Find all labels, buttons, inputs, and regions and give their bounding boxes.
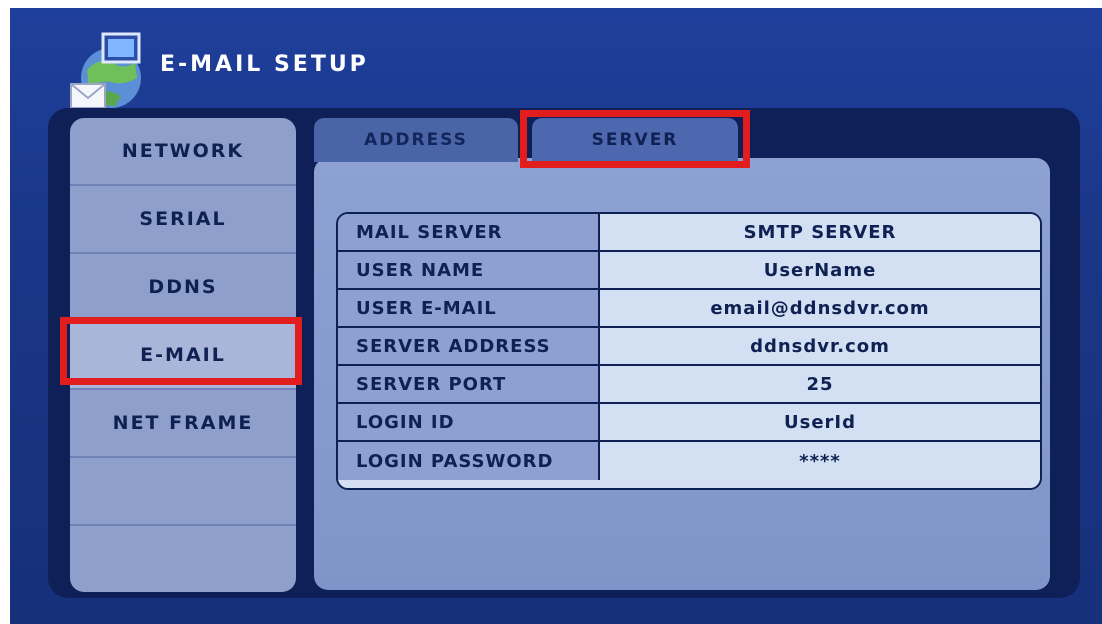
- server-port-field[interactable]: 25: [600, 366, 1040, 402]
- title-bar: E-MAIL SETUP: [10, 8, 1102, 120]
- table-row: MAIL SERVER SMTP SERVER: [338, 214, 1040, 252]
- table-row: USER NAME UserName: [338, 252, 1040, 290]
- server-address-label: SERVER ADDRESS: [338, 328, 600, 364]
- user-email-field[interactable]: email@ddnsdvr.com: [600, 290, 1040, 326]
- user-name-label: USER NAME: [338, 252, 600, 288]
- server-address-field[interactable]: ddnsdvr.com: [600, 328, 1040, 364]
- table-row: USER E-MAIL email@ddnsdvr.com: [338, 290, 1040, 328]
- table-row: SERVER ADDRESS ddnsdvr.com: [338, 328, 1040, 366]
- user-email-label: USER E-MAIL: [338, 290, 600, 326]
- page-title: E-MAIL SETUP: [160, 52, 369, 77]
- tab-address[interactable]: ADDRESS: [314, 118, 518, 162]
- mail-server-label: MAIL SERVER: [338, 214, 600, 250]
- login-id-field[interactable]: UserId: [600, 404, 1040, 440]
- table-row: SERVER PORT 25: [338, 366, 1040, 404]
- mail-server-field[interactable]: SMTP SERVER: [600, 214, 1040, 250]
- login-password-field[interactable]: ****: [600, 442, 1040, 480]
- sidebar-item-net-frame[interactable]: NET FRAME: [70, 390, 296, 458]
- user-name-field[interactable]: UserName: [600, 252, 1040, 288]
- sidebar-item-empty-1: [70, 458, 296, 526]
- email-highlight-box: [60, 317, 302, 385]
- sidebar-item-empty-2: [70, 526, 296, 592]
- sidebar-item-network[interactable]: NETWORK: [70, 118, 296, 186]
- sidebar-item-ddns[interactable]: DDNS: [70, 254, 296, 322]
- server-tab-highlight-box: [520, 110, 750, 168]
- server-port-label: SERVER PORT: [338, 366, 600, 402]
- globe-email-icon: [70, 32, 141, 109]
- login-id-label: LOGIN ID: [338, 404, 600, 440]
- sidebar-item-serial[interactable]: SERIAL: [70, 186, 296, 254]
- table-row: LOGIN PASSWORD ****: [338, 442, 1040, 480]
- server-settings-table: MAIL SERVER SMTP SERVER USER NAME UserNa…: [336, 212, 1042, 490]
- login-password-label: LOGIN PASSWORD: [338, 442, 600, 480]
- table-row: LOGIN ID UserId: [338, 404, 1040, 442]
